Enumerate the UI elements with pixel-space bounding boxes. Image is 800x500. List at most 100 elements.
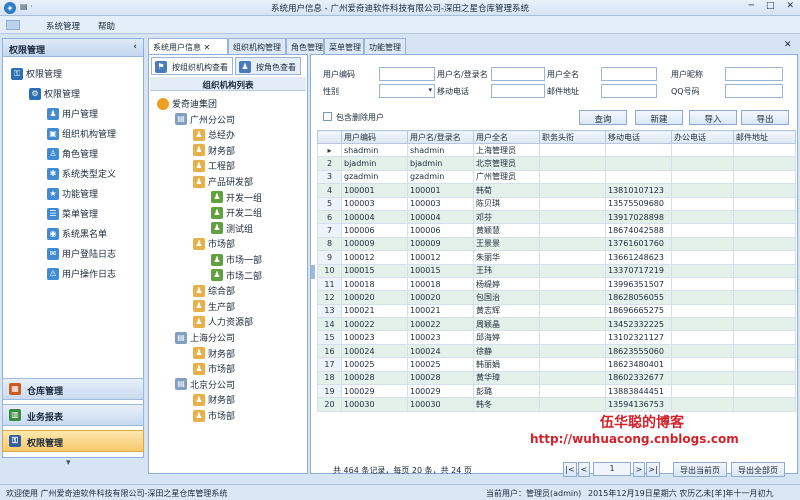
- row-number[interactable]: 20: [317, 397, 342, 412]
- table-cell[interactable]: 100022: [341, 317, 408, 332]
- table-cell[interactable]: 黄志辉: [473, 303, 540, 319]
- table-cell[interactable]: 100025: [407, 357, 474, 372]
- table-cell[interactable]: 周颖晶: [473, 317, 540, 332]
- table-cell[interactable]: 100025: [341, 357, 408, 372]
- table-cell[interactable]: 13575509680: [605, 196, 672, 211]
- table-cell[interactable]: 上海管理员: [473, 142, 540, 158]
- org-tree-item[interactable]: ▤ 北京分公司: [175, 378, 235, 391]
- table-row[interactable]: 12 100020 100020 包国治 18628056055: [317, 290, 796, 305]
- nav-permission-button[interactable]: ⚿ 权限管理: [2, 430, 144, 452]
- table-cell[interactable]: 18696665275: [605, 303, 672, 319]
- tree-item[interactable]: ♙ 角色管理: [47, 147, 98, 160]
- table-cell[interactable]: [539, 343, 606, 359]
- table-cell[interactable]: 100021: [407, 303, 474, 319]
- table-cell[interactable]: [539, 169, 606, 185]
- org-tree-item[interactable]: ▤ 上海分公司: [175, 331, 235, 344]
- table-cell[interactable]: 100030: [341, 397, 408, 412]
- col-header[interactable]: 职务头衔: [539, 130, 606, 144]
- org-tree-item[interactable]: ♟ 产品研发部: [193, 175, 253, 188]
- table-row[interactable]: 19 100029 100029 彭璐 13883844451: [317, 384, 796, 399]
- table-cell[interactable]: [671, 250, 734, 265]
- table-cell[interactable]: 100012: [341, 250, 408, 265]
- col-header[interactable]: 移动电话: [605, 130, 672, 144]
- table-row[interactable]: 8 100009 100009 王景景 13761601760: [317, 236, 796, 252]
- tree-item[interactable]: ◉ 系统黑名单: [47, 227, 107, 240]
- row-number[interactable]: 10: [317, 263, 342, 278]
- table-cell[interactable]: [539, 290, 606, 305]
- export-all-pages-button[interactable]: 导出全部页: [731, 462, 785, 477]
- org-tree-item[interactable]: ♟ 生产部: [193, 300, 235, 313]
- table-cell[interactable]: [539, 330, 606, 345]
- table-cell[interactable]: [605, 156, 672, 171]
- org-tree-item[interactable]: ▤ 广州分公司: [175, 113, 235, 126]
- table-cell[interactable]: 13761601760: [605, 236, 672, 252]
- table-cell[interactable]: 13452332225: [605, 317, 672, 332]
- row-number[interactable]: 13: [317, 303, 342, 319]
- table-cell[interactable]: 100009: [407, 236, 474, 252]
- org-tree-item[interactable]: ♟ 工程部: [193, 159, 235, 172]
- table-cell[interactable]: [605, 169, 672, 185]
- table-cell[interactable]: 韩荀: [473, 183, 540, 198]
- last-page-button[interactable]: >|: [646, 462, 660, 477]
- table-cell[interactable]: 13661248623: [605, 250, 672, 265]
- table-cell[interactable]: [671, 317, 734, 332]
- table-cell[interactable]: [539, 303, 606, 319]
- row-number[interactable]: 4: [317, 183, 342, 198]
- table-cell[interactable]: 王景景: [473, 236, 540, 252]
- next-page-button[interactable]: >: [633, 462, 645, 477]
- table-cell[interactable]: [539, 384, 606, 399]
- table-cell[interactable]: [733, 397, 796, 412]
- tree-item[interactable]: ♟ 用户管理: [47, 107, 98, 120]
- table-cell[interactable]: [733, 276, 796, 292]
- row-number[interactable]: 19: [317, 384, 342, 399]
- table-cell[interactable]: 黄颖慧: [473, 223, 540, 238]
- table-row[interactable]: 2 bjadmin bjadmin 北京管理员: [317, 156, 796, 171]
- table-cell[interactable]: 100020: [341, 290, 408, 305]
- table-cell[interactable]: [733, 223, 796, 238]
- table-row[interactable]: 17 100025 100025 韩丽娟 18623480401: [317, 357, 796, 372]
- nav-reports-button[interactable]: ▥ 业务报表: [2, 404, 144, 426]
- table-cell[interactable]: [671, 330, 734, 345]
- row-number[interactable]: ▸: [317, 142, 342, 158]
- table-cell[interactable]: [539, 397, 606, 412]
- col-header[interactable]: 用户编码: [341, 130, 408, 144]
- table-cell[interactable]: [671, 169, 734, 185]
- tree-item[interactable]: ✉ 用户登陆日志: [47, 247, 116, 260]
- table-cell[interactable]: [539, 276, 606, 292]
- menu-app-icon[interactable]: [6, 20, 20, 30]
- table-row[interactable]: 14 100022 100022 周颖晶 13452332225: [317, 317, 796, 332]
- table-cell[interactable]: 韩冬: [473, 397, 540, 412]
- table-cell[interactable]: 王玮: [473, 263, 540, 278]
- table-row[interactable]: 11 100018 100018 杨缇婷 13996351507: [317, 276, 796, 292]
- table-row[interactable]: 6 100004 100004 邓芬 13917028898: [317, 209, 796, 225]
- table-cell[interactable]: 13883844451: [605, 384, 672, 399]
- table-cell[interactable]: shadmin: [341, 142, 408, 158]
- menu-system[interactable]: 系统管理: [46, 20, 80, 32]
- table-cell[interactable]: 100024: [407, 343, 474, 359]
- table-cell[interactable]: 韩丽娟: [473, 357, 540, 372]
- row-number[interactable]: 11: [317, 276, 342, 292]
- table-cell[interactable]: [539, 223, 606, 238]
- table-cell[interactable]: 100003: [407, 196, 474, 211]
- subtab-by-role[interactable]: ♟ 按角色查看: [235, 57, 301, 75]
- menu-help[interactable]: 帮助: [98, 20, 115, 32]
- org-tree-item[interactable]: ♟ 人力资源部: [193, 315, 253, 328]
- table-row[interactable]: 18 100028 100028 黄华璋 18602332677: [317, 370, 796, 386]
- org-tree-item[interactable]: ♟ 财务部: [193, 144, 235, 157]
- row-number[interactable]: 17: [317, 357, 342, 372]
- table-cell[interactable]: [733, 142, 796, 158]
- tree-item[interactable]: ⚠ 用户操作日志: [47, 267, 116, 280]
- table-cell[interactable]: [733, 156, 796, 171]
- table-cell[interactable]: 100015: [341, 263, 408, 278]
- table-row[interactable]: 4 100001 100001 韩荀 13810107123: [317, 183, 796, 198]
- col-header[interactable]: 用户名/登录名: [407, 130, 474, 144]
- table-cell[interactable]: [539, 250, 606, 265]
- table-cell[interactable]: [733, 370, 796, 386]
- table-cell[interactable]: [671, 357, 734, 372]
- table-cell[interactable]: [539, 263, 606, 278]
- first-page-button[interactable]: |<: [563, 462, 577, 477]
- table-cell[interactable]: [539, 196, 606, 211]
- fullname-input[interactable]: [601, 67, 657, 81]
- org-tree-item[interactable]: ♟ 测试组: [211, 222, 253, 235]
- table-cell[interactable]: [671, 290, 734, 305]
